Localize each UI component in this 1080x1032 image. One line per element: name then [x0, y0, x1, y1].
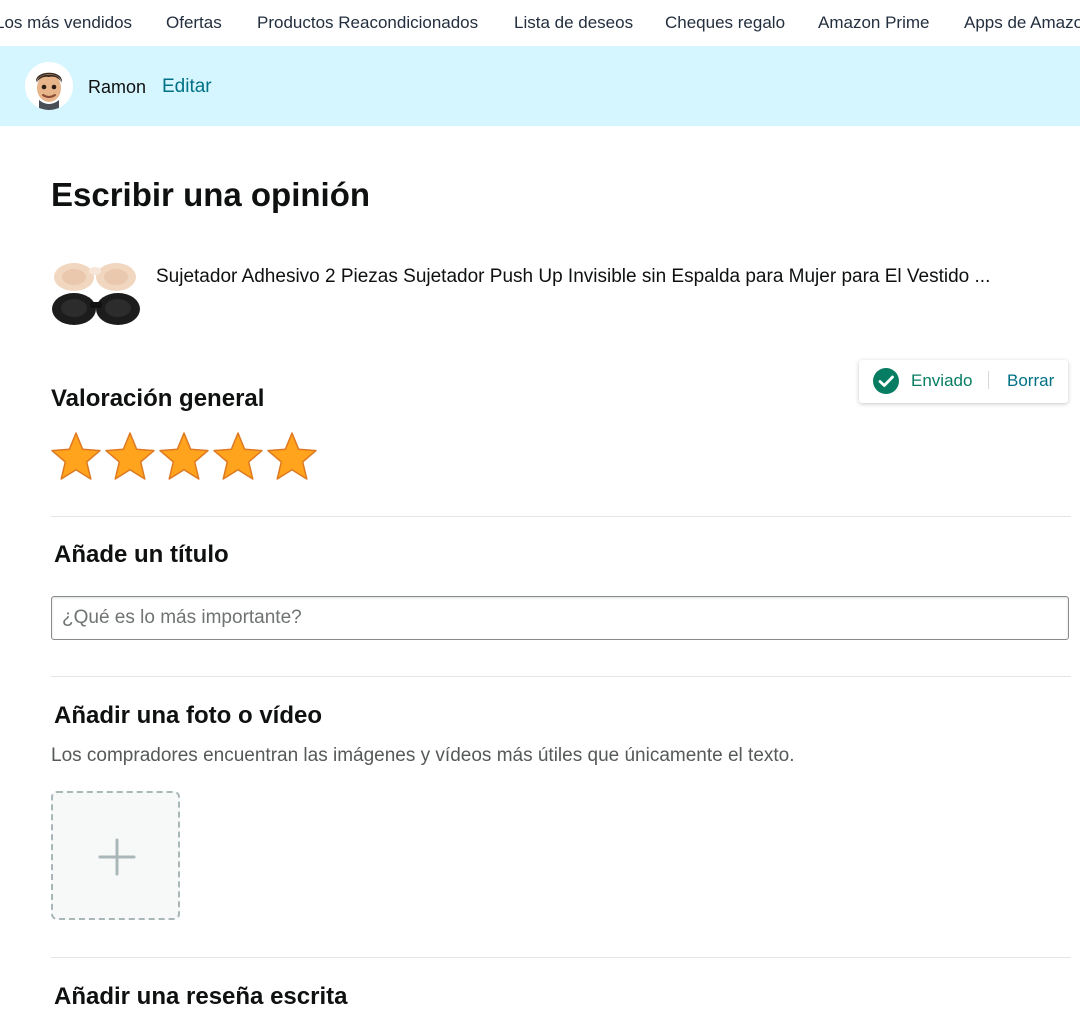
status-sent-label: Enviado — [911, 371, 973, 390]
star-1-icon[interactable] — [50, 431, 102, 483]
written-review-heading: Añadir una reseña escrita — [54, 983, 348, 1010]
nav-item-best-sellers[interactable]: Los más vendidos — [0, 13, 132, 33]
avatar[interactable] — [25, 62, 73, 110]
nav-item-prime[interactable]: Amazon Prime — [818, 13, 929, 33]
rating-status-box: Enviado Borrar — [859, 360, 1068, 403]
section-divider — [51, 957, 1071, 958]
review-title-input[interactable] — [51, 596, 1069, 640]
title-section-heading: Añade un título — [54, 541, 229, 568]
star-3-icon[interactable] — [158, 431, 210, 483]
page-title: Escribir una opinión — [51, 176, 371, 213]
section-divider — [51, 676, 1071, 677]
nav-item-apps[interactable]: Apps de Amazon — [964, 13, 1080, 33]
status-separator — [988, 371, 989, 389]
upload-media-button[interactable] — [51, 791, 180, 920]
check-circle-icon — [873, 368, 899, 394]
top-nav: Los más vendidos Ofertas Productos Reaco… — [0, 0, 1080, 47]
star-2-icon[interactable] — [104, 431, 156, 483]
media-section-heading: Añadir una foto o vídeo — [54, 702, 322, 729]
overall-rating-heading: Valoración general — [51, 385, 265, 412]
product-image — [50, 256, 142, 330]
edit-profile-link[interactable]: Editar — [162, 76, 212, 98]
star-5-icon[interactable] — [266, 431, 318, 483]
profile-name: Ramon — [88, 77, 147, 97]
nav-item-refurbished[interactable]: Productos Reacondicionados — [257, 13, 478, 33]
star-4-icon[interactable] — [212, 431, 264, 483]
product-name[interactable]: Sujetador Adhesivo 2 Piezas Sujetador Pu… — [156, 266, 1051, 288]
plus-icon — [98, 838, 136, 876]
profile-bar: Ramon Editar — [0, 46, 1080, 126]
nav-item-gift-cards[interactable]: Cheques regalo — [665, 13, 785, 33]
section-divider — [51, 516, 1071, 517]
nav-item-deals[interactable]: Ofertas — [166, 13, 222, 33]
media-description: Los compradores encuentran las imágenes … — [51, 745, 795, 766]
delete-rating-link[interactable]: Borrar — [1007, 371, 1054, 391]
nav-item-wishlist[interactable]: Lista de deseos — [514, 13, 633, 33]
